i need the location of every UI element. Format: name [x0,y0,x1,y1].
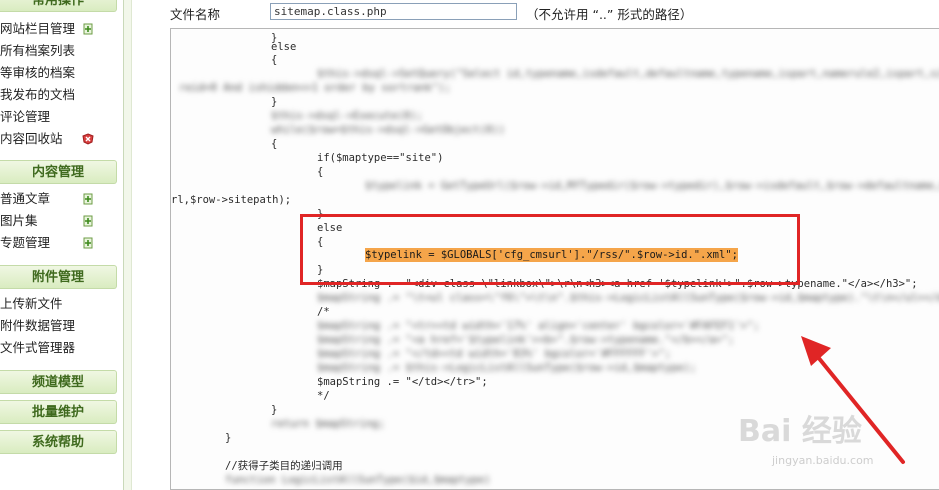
code-line: } [271,96,278,108]
file-name-input[interactable] [270,3,517,20]
attachment-menu: 上传新文件 附件数据管理 文件式管理器 [0,293,123,359]
code-line-blurred: $typelink = GetTypeUrl($row->id,MfTypedi… [365,180,939,192]
code-line: } [317,264,324,276]
file-name-note: （不允许用 “..” 形式的路径） [526,7,693,22]
content-menu: 普通文章 图片集 专题管理 [0,188,123,254]
sidebar-item-image-sets[interactable]: 图片集 [0,210,123,232]
code-line: } [317,208,324,220]
sidebar-item-label: 我发布的文档 [0,87,76,102]
code-line: } [225,432,232,444]
code-line: else [271,41,297,53]
code-line-blurred: reid=0 And ishidden<>1 order by sortrank… [179,82,451,94]
common-menu: 网站栏目管理 所有档案列表 等审核的档案 我发布的文档 评论管理 内容回收站 [0,18,123,150]
sidebar-item-recycle-bin[interactable]: 内容回收站 [0,128,123,150]
sidebar-item-label: 普通文章 [0,191,51,206]
recycle-delete-icon[interactable] [82,133,94,145]
code-line-blurred: $mapString .= "<tr><td width='17%' align… [317,320,760,332]
section-header-channel-model[interactable]: 频道模型 [0,370,117,394]
code-line: { [317,236,324,248]
code-line-blurred: while($row=$this->dsql->GetObject(0)) [271,124,505,136]
section-header-common[interactable]: 常用操作 [0,0,117,12]
sidebar-item-label: 等审核的档案 [0,65,76,80]
code-line: /* [317,306,330,318]
file-name-label: 文件名称 [170,7,221,22]
code-line-blurred: $mapString .= "</td><td width='83%' bgco… [317,348,672,360]
add-icon[interactable] [82,193,94,205]
section-header-content[interactable]: 内容管理 [0,160,117,184]
code-line-blurred: $mapString .= $this->LogicListAllSunType… [317,362,697,374]
code-line: $mapString .= "</td></tr>"; [317,376,488,388]
attachment-block: 附件管理 上传新文件 附件数据管理 文件式管理器 [0,265,123,359]
section-header-help[interactable]: 系统帮助 [0,430,117,454]
sidebar-item-comments[interactable]: 评论管理 [0,106,123,128]
sidebar-item-label: 网站栏目管理 [0,21,76,36]
sidebar: 常用操作 网站栏目管理 所有档案列表 等审核的档案 我发布的文档 评论管理 内容… [0,0,124,490]
sidebar-item-pending-archives[interactable]: 等审核的档案 [0,62,123,84]
code-line: if($maptype=="site") [317,152,444,164]
code-line: $mapString .= "<div class=\"linkbox\">\r… [317,278,918,290]
code-line: { [271,138,278,150]
sidebar-item-topics[interactable]: 专题管理 [0,232,123,254]
sidebar-item-my-documents[interactable]: 我发布的文档 [0,84,123,106]
add-icon[interactable] [82,23,94,35]
sidebar-item-label: 附件数据管理 [0,318,76,333]
sidebar-item-label: 所有档案列表 [0,43,76,58]
sidebar-item-label: 专题管理 [0,235,51,250]
sidebar-item-attachment-data[interactable]: 附件数据管理 [0,315,123,337]
code-line: */ [317,390,330,402]
sidebar-item-articles[interactable]: 普通文章 [0,188,123,210]
add-icon[interactable] [82,215,94,227]
code-line-highlighted: $typelink = $GLOBALS['cfg_cmsurl']."/rss… [365,248,738,262]
sidebar-item-upload-file[interactable]: 上传新文件 [0,293,123,315]
code-content: } else { $this->dsql->SetQuery("Select i… [171,29,939,489]
code-editor[interactable]: } else { $this->dsql->SetQuery("Select i… [170,28,939,490]
sidebar-item-category-manage[interactable]: 网站栏目管理 [0,18,123,40]
sidebar-item-label: 内容回收站 [0,131,63,146]
sidebar-item-label: 评论管理 [0,109,51,124]
code-line-blurred: return $mapString; [271,418,385,430]
code-line: } [271,404,278,416]
code-line-blurred: $this->dsql->Execute(0); [271,110,423,122]
sidebar-item-all-archives[interactable]: 所有档案列表 [0,40,123,62]
content-block: 内容管理 普通文章 图片集 专题管理 [0,160,123,254]
sidebar-item-label: 图片集 [0,213,38,228]
code-line-blurred: $mapString .= "\t<ul class=\"f6\">\t\n".… [317,292,939,304]
code-line-blurred: function LogicListAllSunType($id,$maptyp… [225,474,491,486]
section-header-attachments[interactable]: 附件管理 [0,265,117,289]
sidebar-item-label: 文件式管理器 [0,340,76,355]
add-icon[interactable] [82,237,94,249]
sidebar-scroll-gutter [124,0,132,490]
code-line-blurred: $this->dsql->SetQuery("Select id,typenam… [317,68,939,80]
code-line: { [271,54,278,66]
sidebar-item-file-manager[interactable]: 文件式管理器 [0,337,123,359]
sidebar-item-label: 上传新文件 [0,296,63,311]
code-line-blurred: $mapString .= "<a href='$typelink'><b>".… [317,334,735,346]
code-line: else [317,222,343,234]
code-line: //获得子类目的递归调用 [225,460,343,472]
code-line: { [317,166,324,178]
file-name-row: 文件名称 （不允许用 “..” 形式的路径） [132,0,907,26]
code-line: rl,$row->sitepath); [171,194,292,206]
section-header-batch[interactable]: 批量维护 [0,400,117,424]
